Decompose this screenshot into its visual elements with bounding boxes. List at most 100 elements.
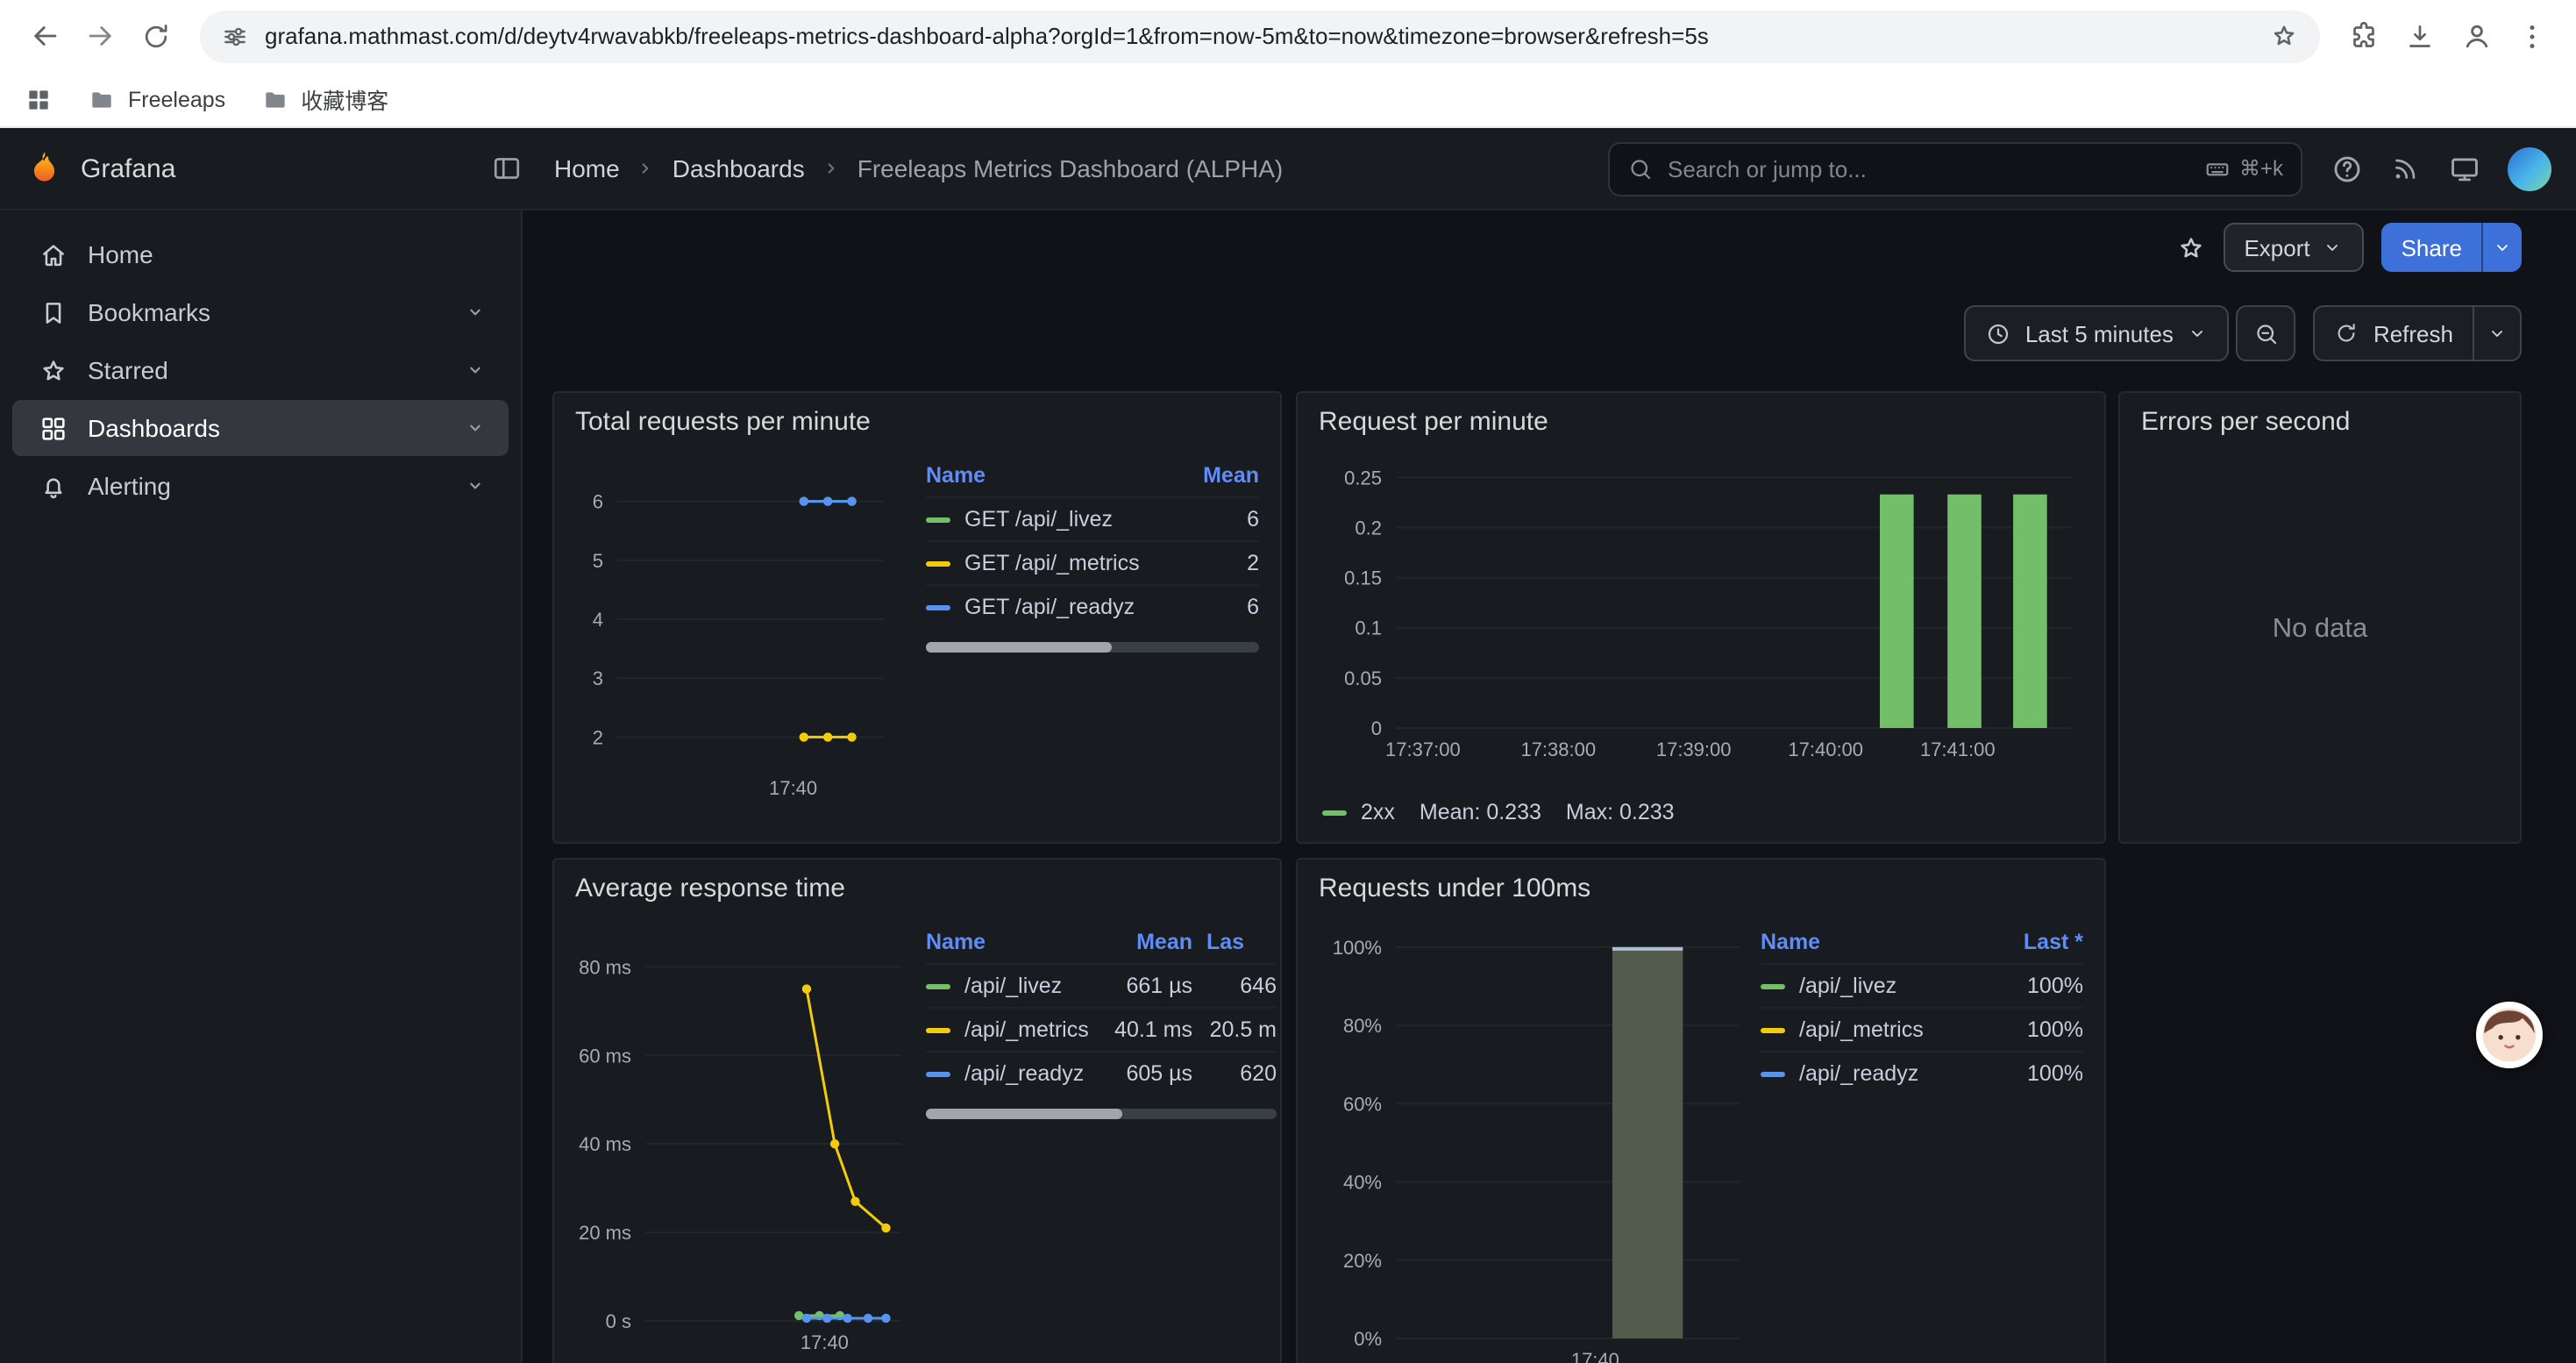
series-color-dash — [926, 604, 950, 610]
panel-errors-per-second: Errors per second No data — [2118, 391, 2522, 844]
svg-text:0: 0 — [1371, 717, 1382, 739]
floating-assistant-avatar[interactable] — [2476, 1002, 2543, 1068]
svg-text:6: 6 — [593, 491, 603, 513]
grafana-logo[interactable] — [25, 149, 63, 188]
table-scrollbar[interactable] — [926, 642, 1259, 653]
series-color-dash — [1761, 1027, 1785, 1032]
svg-text:0.2: 0.2 — [1355, 517, 1382, 539]
table-row[interactable]: /api/_readyz 100% — [1761, 1051, 2083, 1095]
svg-text:0.1: 0.1 — [1355, 617, 1382, 639]
sidebar-item-dashboards[interactable]: Dashboards — [12, 400, 509, 456]
share-button[interactable]: Share — [2382, 223, 2522, 272]
scrollbar-thumb[interactable] — [926, 642, 1113, 653]
series-color-dash — [926, 517, 950, 522]
table-row[interactable]: /api/_metrics 40.1 ms 20.5 m — [926, 1007, 1277, 1051]
bookmark-label: 收藏博客 — [301, 82, 388, 116]
column-header-last[interactable]: Las — [1192, 930, 1277, 954]
series-color-dash — [1322, 810, 1347, 815]
forward-icon[interactable] — [74, 10, 126, 62]
table-row[interactable]: /api/_readyz 605 µs 620 — [926, 1051, 1277, 1095]
panel-total-requests: Total requests per minute 6543217:40 Nam… — [552, 391, 1282, 844]
column-header-name[interactable]: Name — [926, 930, 1098, 954]
legend-series-name[interactable]: 2xx — [1361, 800, 1395, 824]
monitor-icon[interactable] — [2448, 152, 2481, 185]
folder-icon — [260, 85, 288, 113]
share-dropdown-caret[interactable] — [2481, 223, 2522, 272]
table-row[interactable]: GET /api/_livez 6 — [926, 496, 1259, 540]
sidebar-item-starred[interactable]: Starred — [12, 342, 509, 398]
back-icon[interactable] — [18, 10, 70, 62]
under-100ms-chart[interactable]: 100%80%60%40%20%0%17:40 — [1319, 914, 1761, 1363]
bookmark-star-icon[interactable] — [2269, 21, 2299, 51]
chevron-down-icon[interactable] — [463, 358, 487, 382]
address-bar[interactable]: grafana.mathmast.com/d/deytv4rwavabkb/fr… — [200, 10, 2320, 62]
breadcrumb-dashboards[interactable]: Dashboards — [672, 154, 805, 182]
brand-name: Grafana — [81, 153, 175, 183]
chevron-down-icon[interactable] — [463, 300, 487, 325]
browser-profile-icon[interactable] — [2450, 10, 2502, 62]
user-avatar[interactable] — [2508, 146, 2551, 190]
search-icon — [1627, 155, 1654, 182]
panel-title[interactable]: Average response time — [554, 860, 1280, 907]
table-row[interactable]: /api/_livez 100% — [1761, 963, 2083, 1007]
legend-mean: Mean: 0.233 — [1420, 800, 1541, 824]
menu-kebab-icon[interactable] — [2506, 10, 2558, 62]
column-header-name[interactable]: Name — [926, 463, 1175, 488]
refresh-interval-caret[interactable] — [2473, 307, 2520, 360]
search-input[interactable] — [1668, 155, 2190, 182]
table-row[interactable]: GET /api/_readyz 6 — [926, 584, 1259, 628]
svg-text:3: 3 — [593, 667, 603, 689]
scrollbar-thumb[interactable] — [926, 1109, 1122, 1119]
panel-title[interactable]: Total requests per minute — [554, 393, 1280, 440]
average-response-chart[interactable]: 80 ms60 ms40 ms20 ms0 s17:40 — [575, 914, 926, 1363]
svg-text:4: 4 — [593, 609, 603, 631]
request-per-minute-chart[interactable]: 0.250.20.150.10.05017:37:0017:38:0017:39… — [1298, 447, 2104, 784]
apps-grid-icon[interactable] — [25, 85, 53, 113]
sidebar-item-label: Dashboards — [88, 414, 220, 442]
column-header-mean[interactable]: Mean — [1175, 463, 1259, 488]
bookmark-folder-blogs[interactable]: 收藏博客 — [260, 82, 388, 116]
breadcrumb-home[interactable]: Home — [554, 154, 620, 182]
sidebar-item-label: Starred — [88, 356, 168, 384]
chevron-down-icon[interactable] — [463, 416, 487, 440]
svg-text:17:40: 17:40 — [769, 777, 817, 799]
sidebar-toggle-icon[interactable] — [491, 153, 523, 184]
total-requests-chart[interactable]: 6543217:40 — [575, 447, 926, 819]
export-button[interactable]: Export — [2223, 223, 2364, 272]
svg-text:17:40: 17:40 — [1571, 1349, 1619, 1363]
series-color-dash — [1761, 983, 1785, 988]
bookmark-folder-freeleaps[interactable]: Freeleaps — [88, 85, 225, 113]
table-scrollbar[interactable] — [926, 1109, 1277, 1119]
help-icon[interactable] — [2330, 152, 2364, 185]
reload-icon[interactable] — [130, 10, 182, 62]
column-header-mean[interactable]: Mean — [1098, 930, 1192, 954]
zoom-out-button[interactable] — [2237, 305, 2296, 361]
svg-text:0%: 0% — [1354, 1328, 1382, 1350]
column-header-name[interactable]: Name — [1761, 930, 1992, 954]
sidebar-item-bookmarks[interactable]: Bookmarks — [12, 284, 509, 340]
panel-title[interactable]: Request per minute — [1298, 393, 2104, 440]
extensions-icon[interactable] — [2338, 10, 2390, 62]
browser-toolbar: grafana.mathmast.com/d/deytv4rwavabkb/fr… — [0, 0, 2576, 72]
table-row[interactable]: /api/_livez 661 µs 646 — [926, 963, 1277, 1007]
news-rss-icon[interactable] — [2390, 153, 2422, 184]
sidebar-item-alerting[interactable]: Alerting — [12, 458, 509, 514]
time-range-picker[interactable]: Last 5 minutes — [1964, 305, 2230, 361]
chevron-down-icon[interactable] — [463, 474, 487, 498]
svg-text:20%: 20% — [1343, 1250, 1382, 1272]
sidebar-item-home[interactable]: Home — [12, 226, 509, 282]
home-icon — [39, 239, 68, 269]
search-box[interactable]: ⌘+k — [1608, 141, 2302, 196]
favorite-star-icon[interactable] — [2175, 232, 2205, 262]
panel-average-response-time: Average response time 80 ms60 ms40 ms20 … — [552, 858, 1282, 1363]
site-info-icon[interactable] — [221, 22, 249, 50]
refresh-button[interactable]: Refresh — [2316, 307, 2473, 360]
svg-text:17:37:00: 17:37:00 — [1385, 739, 1461, 760]
table-row[interactable]: /api/_metrics 100% — [1761, 1007, 2083, 1051]
bookmark-icon — [39, 297, 68, 327]
table-row[interactable]: GET /api/_metrics 2 — [926, 540, 1259, 584]
column-header-last[interactable]: Last * — [1992, 930, 2083, 954]
svg-text:17:41:00: 17:41:00 — [1920, 739, 1996, 760]
downloads-icon[interactable] — [2394, 10, 2446, 62]
panel-title[interactable]: Requests under 100ms — [1298, 860, 2104, 907]
